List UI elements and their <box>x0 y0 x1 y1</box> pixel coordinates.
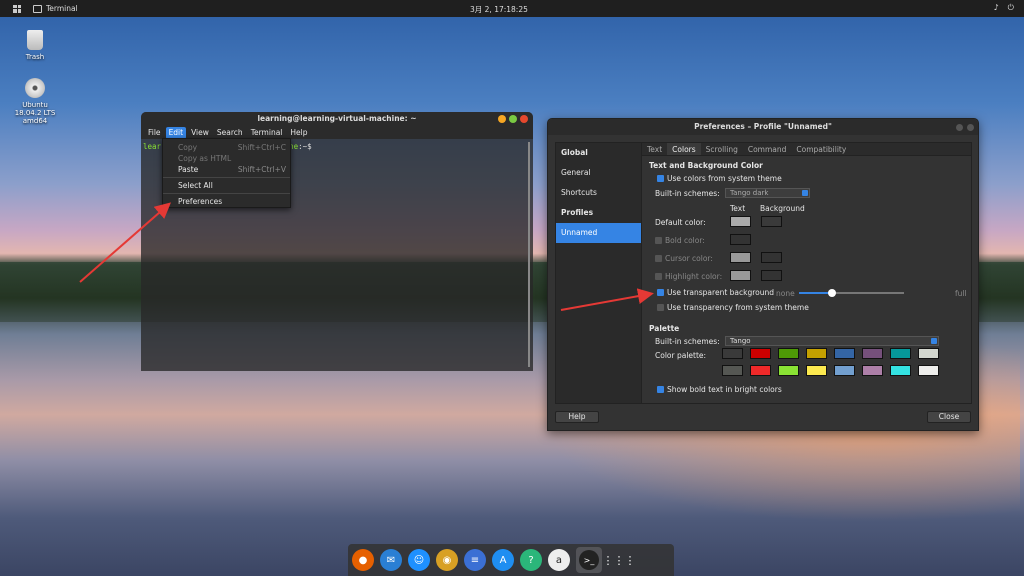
amazon-icon[interactable]: a <box>548 549 570 571</box>
apps-grid-icon[interactable]: ⋮⋮⋮ <box>603 549 636 571</box>
finder-icon[interactable]: ☺ <box>408 549 430 571</box>
arrow-to-transparent-bg <box>560 288 654 311</box>
firefox-icon[interactable]: ● <box>352 549 374 571</box>
rhythmbox-icon[interactable]: ◉ <box>436 549 458 571</box>
docs-icon[interactable]: ≡ <box>464 549 486 571</box>
appstore-icon[interactable]: A <box>492 549 514 571</box>
annotation-arrows <box>79 202 654 311</box>
mail-icon[interactable]: ✉ <box>380 549 402 571</box>
arrow-to-preferences <box>79 202 172 283</box>
dock: ● ✉ ☺ ◉ ≡ A ? a >_ ⋮⋮⋮ <box>348 544 674 576</box>
terminal-icon: >_ <box>579 550 599 570</box>
help-icon[interactable]: ? <box>520 549 542 571</box>
terminal-dock-item[interactable]: >_ <box>576 547 602 573</box>
